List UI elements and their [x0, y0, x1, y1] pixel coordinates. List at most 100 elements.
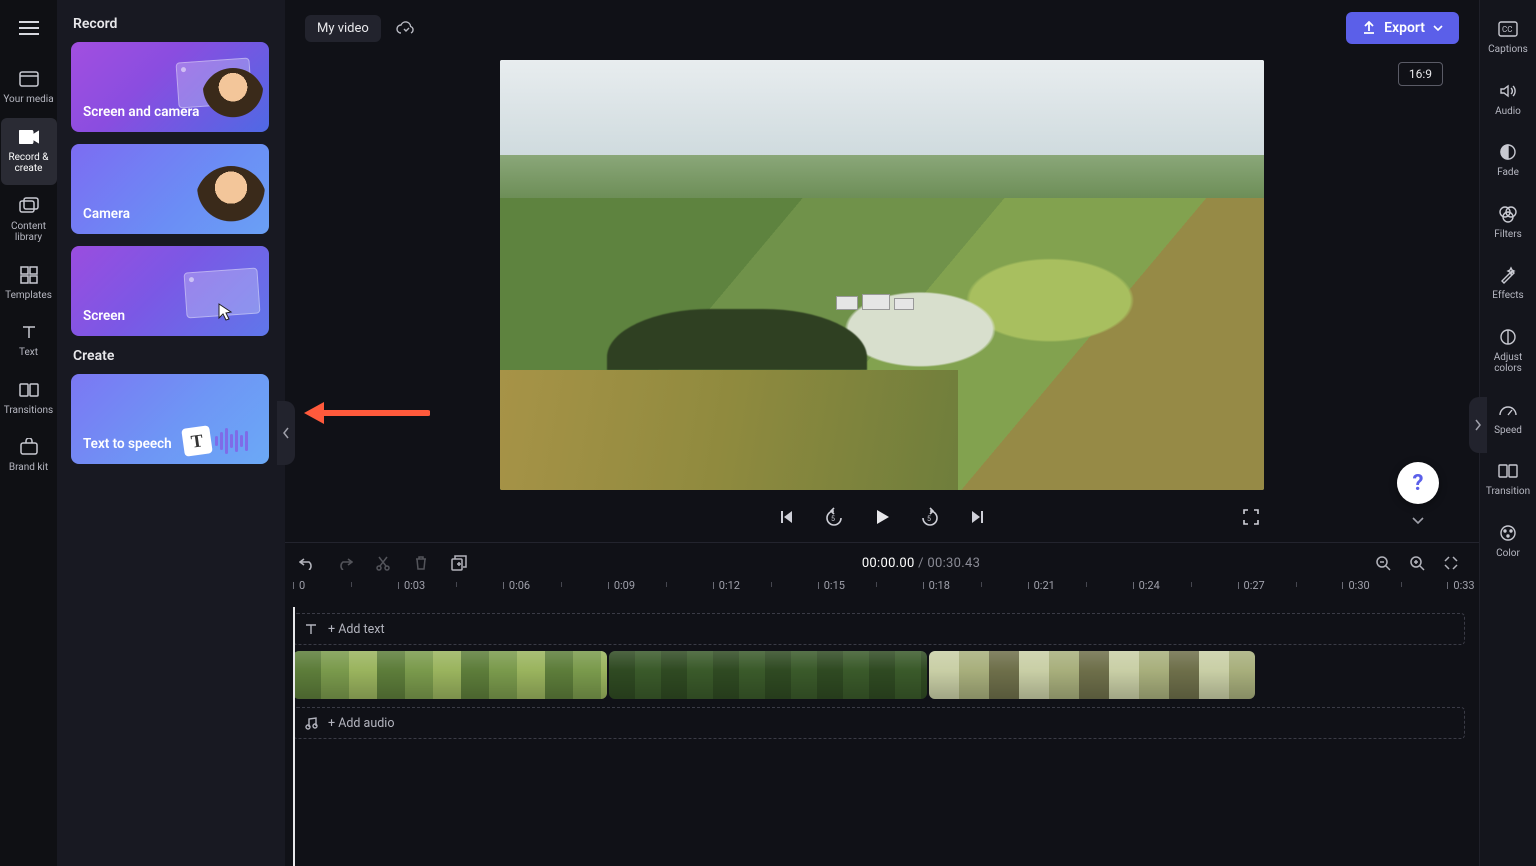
nav-label: Content library — [1, 221, 57, 244]
nav-label: Text — [19, 347, 38, 359]
help-icon: ? — [1413, 471, 1424, 496]
zoom-out-button[interactable] — [1373, 553, 1393, 573]
card-camera[interactable]: Camera — [71, 144, 269, 234]
split-button[interactable] — [373, 553, 393, 573]
prop-label: Adjust colors — [1480, 352, 1536, 375]
video-clip-1[interactable] — [293, 651, 607, 699]
text-track[interactable]: + Add text — [293, 613, 1465, 645]
prop-label: Captions — [1488, 44, 1528, 56]
total-time: 00:30.43 — [927, 556, 980, 571]
nav-label: Templates — [5, 290, 52, 302]
rewind-button[interactable]: 5 — [821, 504, 847, 530]
nav-templates[interactable]: Templates — [1, 256, 57, 312]
redo-button[interactable] — [335, 553, 355, 573]
stage: My video Export 16:9 5 — [285, 0, 1479, 866]
ruler-tick: 0:33 — [1453, 579, 1474, 592]
panel-collapse-button[interactable] — [277, 401, 295, 465]
speed-icon — [1497, 399, 1519, 421]
timeline-toolbar: 00:00.00 / 00:30.43 — [293, 551, 1465, 579]
avatar-illustration — [195, 166, 267, 234]
ruler-tick: 0:30 — [1348, 579, 1369, 592]
card-screen[interactable]: Screen — [71, 246, 269, 336]
effects-icon — [1497, 264, 1519, 286]
add-audio-label: + Add audio — [328, 716, 394, 731]
fullscreen-button[interactable] — [1238, 504, 1264, 530]
property-collapse-button[interactable] — [1469, 397, 1487, 453]
timeline: 00:00.00 / 00:30.43 00:030:060:090:120:1… — [285, 542, 1479, 866]
timeline-tracks: + Add text + Add audio — [293, 607, 1465, 866]
skip-end-button[interactable] — [965, 504, 991, 530]
duplicate-button[interactable] — [449, 553, 469, 573]
prop-filters[interactable]: Filters — [1480, 193, 1536, 253]
menu-button[interactable] — [9, 8, 49, 48]
upload-icon — [1362, 21, 1376, 35]
ruler-tick: 0:09 — [614, 579, 635, 592]
ruler-tick: 0:27 — [1244, 579, 1265, 592]
video-clip-2[interactable] — [609, 651, 927, 699]
nav-your-media[interactable]: Your media — [1, 60, 57, 116]
card-text-to-speech[interactable]: T Text to speech — [71, 374, 269, 464]
export-label: Export — [1384, 20, 1425, 36]
nav-brand-kit[interactable]: Brand kit — [1, 428, 57, 484]
export-button[interactable]: Export — [1346, 12, 1459, 44]
prop-fade[interactable]: Fade — [1480, 131, 1536, 191]
timeline-ruler[interactable]: 00:030:060:090:120:150:180:210:240:270:3… — [293, 579, 1465, 607]
transitions-icon — [18, 379, 40, 401]
card-screen-and-camera[interactable]: Screen and camera — [71, 42, 269, 132]
chevron-down-icon — [1433, 25, 1443, 31]
aspect-ratio-button[interactable]: 16:9 — [1398, 62, 1443, 86]
svg-text:CC: CC — [1502, 25, 1512, 34]
transition-icon — [1497, 460, 1519, 482]
adjust-icon — [1497, 326, 1519, 348]
delete-button[interactable] — [411, 553, 431, 573]
nav-record-create[interactable]: Record & create — [1, 118, 57, 185]
chevron-right-icon — [1474, 419, 1482, 431]
undo-button[interactable] — [297, 553, 317, 573]
sync-status-icon[interactable] — [393, 16, 417, 40]
cursor-icon — [217, 302, 235, 324]
current-time: 00:00.00 — [862, 556, 915, 571]
nav-content-library[interactable]: Content library — [1, 187, 57, 254]
hamburger-icon — [19, 21, 39, 35]
prop-color[interactable]: Color — [1480, 512, 1536, 572]
card-label: Screen — [83, 308, 125, 324]
prop-label: Audio — [1495, 106, 1521, 118]
playhead[interactable] — [293, 607, 295, 866]
ruler-tick: 0:18 — [929, 579, 950, 592]
ruler-tick: 0 — [299, 579, 305, 592]
media-icon — [18, 68, 40, 90]
preview-area: 16:9 5 5 — [285, 56, 1479, 542]
transport-controls: 5 5 — [500, 490, 1264, 536]
skip-start-button[interactable] — [773, 504, 799, 530]
zoom-fit-button[interactable] — [1441, 553, 1461, 573]
prop-effects[interactable]: Effects — [1480, 254, 1536, 314]
video-track[interactable] — [293, 651, 1465, 701]
prop-transition[interactable]: Transition — [1480, 450, 1536, 510]
audio-track[interactable]: + Add audio — [293, 707, 1465, 739]
video-clip-3[interactable] — [929, 651, 1255, 699]
svg-text:5: 5 — [927, 515, 931, 523]
nav-text[interactable]: Text — [1, 313, 57, 369]
left-nav-rail: Your media Record & create Content libra… — [0, 0, 57, 866]
help-button[interactable]: ? — [1397, 462, 1439, 504]
project-title[interactable]: My video — [305, 15, 381, 42]
svg-text:5: 5 — [831, 515, 835, 523]
prop-adjust-colors[interactable]: Adjust colors — [1480, 316, 1536, 387]
help-expand-button[interactable] — [1409, 512, 1427, 530]
forward-button[interactable]: 5 — [917, 504, 943, 530]
record-create-panel: Record Screen and camera Camera Screen C… — [57, 0, 285, 866]
text-icon — [304, 622, 318, 636]
zoom-in-button[interactable] — [1407, 553, 1427, 573]
nav-transitions[interactable]: Transitions — [1, 371, 57, 427]
ruler-tick: 0:03 — [404, 579, 425, 592]
color-icon — [1497, 522, 1519, 544]
brandkit-icon — [18, 436, 40, 458]
tts-illustration: T — [183, 426, 259, 456]
prop-audio[interactable]: Audio — [1480, 70, 1536, 130]
captions-icon: CC — [1497, 18, 1519, 40]
card-label: Camera — [83, 206, 130, 222]
video-preview[interactable] — [500, 60, 1264, 490]
prop-speed[interactable]: Speed — [1480, 389, 1536, 449]
prop-captions[interactable]: CC Captions — [1480, 8, 1536, 68]
play-button[interactable] — [869, 504, 895, 530]
